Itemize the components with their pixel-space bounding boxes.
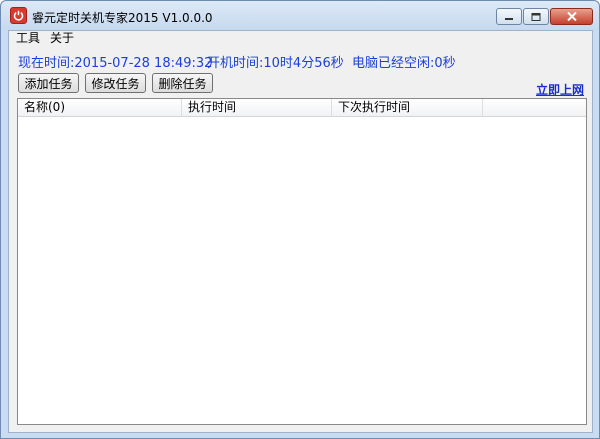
close-icon	[566, 12, 577, 21]
menu-bar: 工具 关于	[9, 31, 592, 46]
current-time-label: 现在时间:2015-07-28 18:49:32	[18, 56, 213, 71]
column-extra[interactable]	[483, 99, 586, 117]
close-button[interactable]	[550, 8, 593, 25]
table-header: 名称(0) 执行时间 下次执行时间	[18, 99, 586, 117]
window-title: 睿元定时关机专家2015 V1.0.0.0	[32, 11, 213, 25]
minimize-icon	[505, 17, 513, 20]
maximize-button[interactable]	[523, 8, 549, 25]
window-controls	[496, 8, 593, 25]
column-next-exec-time[interactable]: 下次执行时间	[332, 99, 483, 117]
delete-task-button[interactable]: 删除任务	[152, 73, 213, 93]
idle-label: 电脑已经空闲:0秒	[352, 56, 456, 71]
edit-task-button[interactable]: 修改任务	[85, 73, 146, 93]
uptime-label: 开机时间:10时4分56秒	[207, 56, 344, 71]
add-task-button[interactable]: 添加任务	[18, 73, 79, 93]
menu-tools[interactable]: 工具	[16, 31, 40, 46]
power-icon	[10, 7, 27, 24]
client-area: 工具 关于 现在时间:2015-07-28 18:49:32 开机时间:10时4…	[8, 30, 593, 433]
menu-about[interactable]: 关于	[50, 31, 74, 46]
go-online-link[interactable]: 立即上网	[536, 81, 584, 98]
status-row: 现在时间:2015-07-28 18:49:32 开机时间:10时4分56秒 电…	[18, 52, 578, 71]
column-name[interactable]: 名称(0)	[18, 99, 182, 117]
maximize-icon	[531, 12, 541, 21]
app-window: 睿元定时关机专家2015 V1.0.0.0 工具 关于 现在时间:2015-07…	[0, 0, 600, 439]
task-table[interactable]: 名称(0) 执行时间 下次执行时间	[17, 98, 587, 425]
title-bar[interactable]: 睿元定时关机专家2015 V1.0.0.0	[1, 1, 599, 30]
column-exec-time[interactable]: 执行时间	[182, 99, 332, 117]
minimize-button[interactable]	[496, 8, 522, 25]
